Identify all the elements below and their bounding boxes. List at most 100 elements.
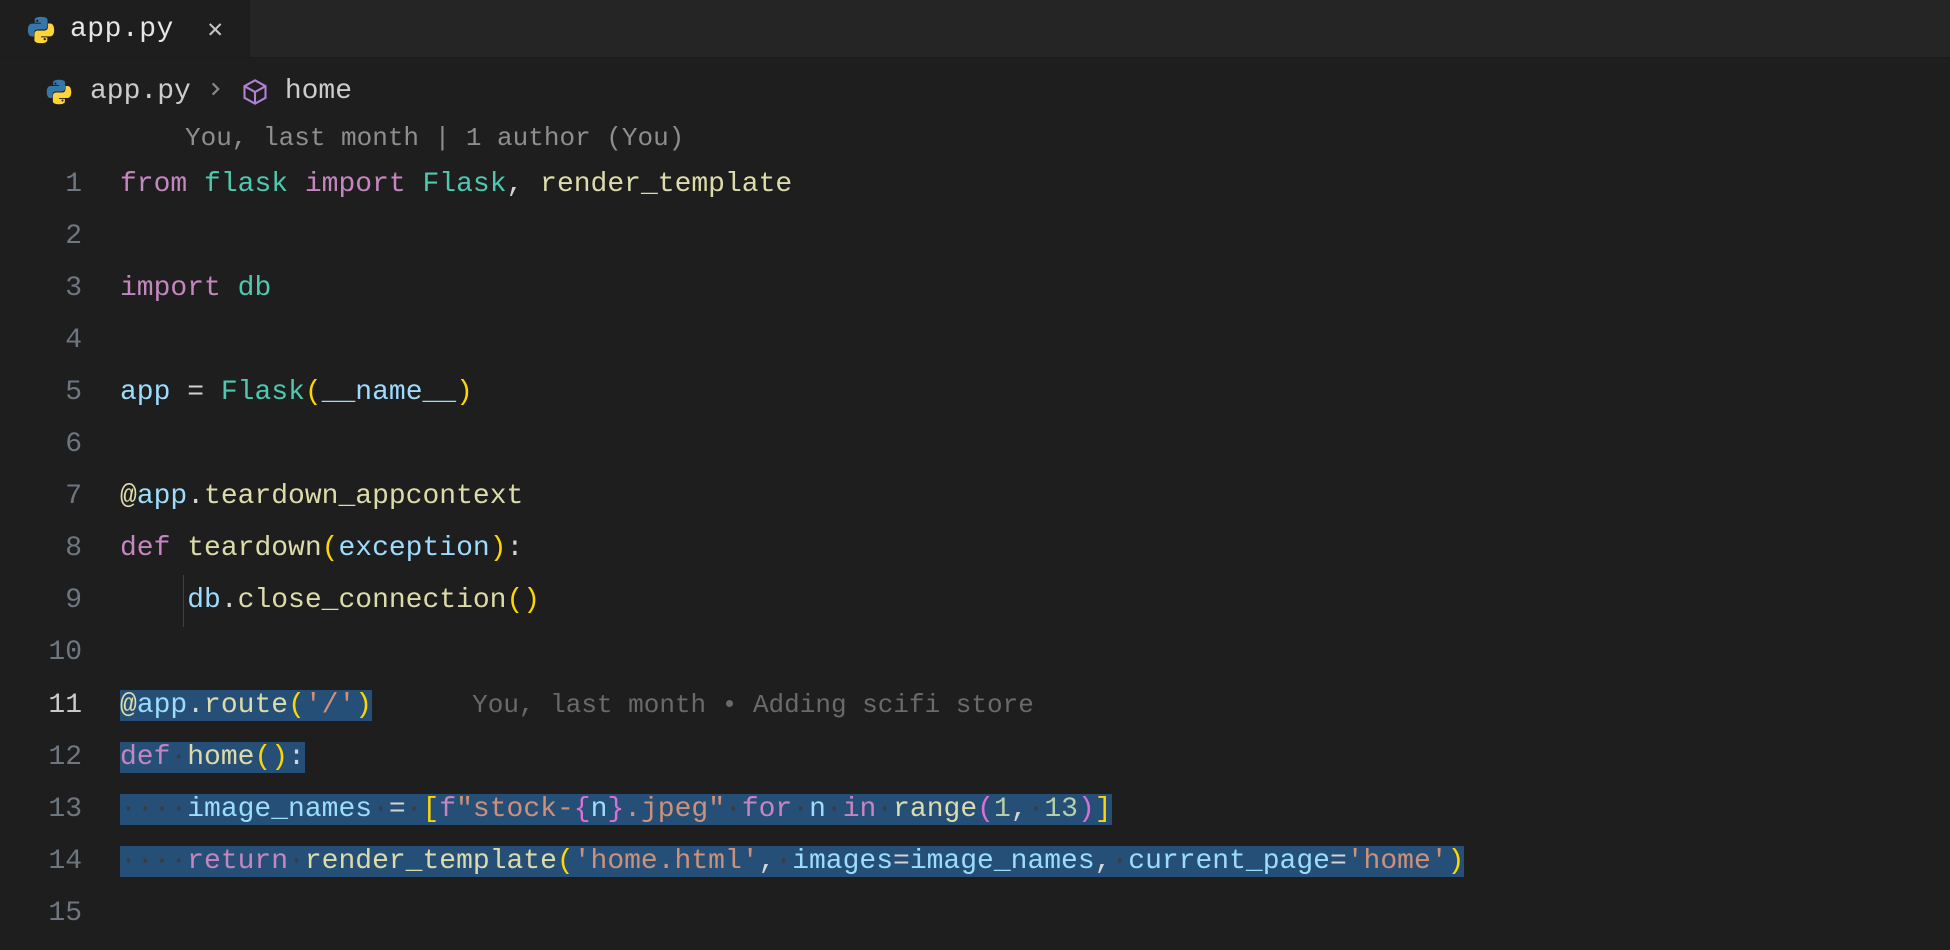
tab-title: app.py — [70, 14, 174, 45]
keyword: in — [843, 794, 877, 825]
operator: = — [187, 377, 204, 408]
function: render_template — [305, 846, 557, 877]
codelens-authors[interactable]: You, last month | 1 author (You) — [0, 117, 1950, 159]
chevron-right-icon — [207, 76, 225, 107]
line-number: 10 — [0, 627, 120, 679]
string: .jpeg" — [624, 794, 725, 825]
number: 13 — [1044, 794, 1078, 825]
parameter: exception — [338, 533, 489, 564]
function: route — [204, 690, 288, 721]
module: flask — [204, 169, 288, 200]
bracket: ] — [1095, 794, 1112, 825]
line-number: 15 — [0, 888, 120, 940]
bracket: ( — [506, 585, 523, 616]
dunder: __name__ — [322, 377, 456, 408]
line-number: 7 — [0, 471, 120, 523]
punct: : — [507, 533, 524, 564]
keyword: import — [305, 169, 406, 200]
keyword: def — [120, 742, 170, 773]
line-number: 1 — [0, 159, 120, 211]
code-editor[interactable]: 1 from flask import Flask, render_templa… — [0, 159, 1950, 940]
line-number: 14 — [0, 836, 120, 888]
bracket: ( — [254, 742, 271, 773]
code-line[interactable]: 7 @app.teardown_appcontext — [0, 471, 1950, 523]
number: 1 — [994, 794, 1011, 825]
brace: } — [607, 794, 624, 825]
bracket: ( — [557, 846, 574, 877]
identifier: render_template — [540, 169, 792, 200]
code-line[interactable]: 11 @app.route('/')You, last month • Addi… — [0, 679, 1950, 732]
code-line[interactable]: 12 def·home(): — [0, 732, 1950, 784]
bracket: ) — [271, 742, 288, 773]
code-line[interactable]: 13 ····image_names·=·[f"stock-{n}.jpeg"·… — [0, 784, 1950, 836]
function: teardown_appcontext — [204, 481, 523, 512]
variable: n — [809, 794, 826, 825]
decorator: @ — [120, 481, 137, 512]
keyword: import — [120, 273, 221, 304]
code-line[interactable]: 14 ····return·render_template('home.html… — [0, 836, 1950, 888]
code-line[interactable]: 5 app = Flask(__name__) — [0, 367, 1950, 419]
brace: { — [574, 794, 591, 825]
bracket: ( — [288, 690, 305, 721]
bracket: ) — [355, 690, 372, 721]
bracket: ) — [523, 585, 540, 616]
breadcrumb[interactable]: app.py home — [0, 58, 1950, 117]
string-prefix: f — [439, 794, 456, 825]
line-number: 3 — [0, 263, 120, 315]
indent-guide — [183, 575, 184, 627]
string: 'home.html' — [574, 846, 759, 877]
line-number: 13 — [0, 784, 120, 836]
punct: . — [187, 481, 204, 512]
bracket: ) — [456, 377, 473, 408]
punct: . — [221, 585, 238, 616]
gitlens-annotation: You, last month • Adding scifi store — [472, 690, 1034, 720]
module: db — [238, 273, 272, 304]
line-number: 4 — [0, 315, 120, 367]
bracket: ( — [977, 794, 994, 825]
line-number: 6 — [0, 419, 120, 471]
variable: image_names — [187, 794, 372, 825]
variable: app — [137, 690, 187, 721]
variable: n — [591, 794, 608, 825]
decorator: @ — [120, 690, 137, 721]
code-line[interactable]: 8 def teardown(exception): — [0, 523, 1950, 575]
builtin: range — [893, 794, 977, 825]
close-icon[interactable]: ✕ — [201, 13, 229, 47]
string: "stock- — [456, 794, 574, 825]
operator: = — [1330, 846, 1347, 877]
variable: app — [137, 481, 187, 512]
code-line[interactable]: 1 from flask import Flask, render_templa… — [0, 159, 1950, 211]
code-line[interactable]: 15 — [0, 888, 1950, 940]
symbol-icon — [241, 78, 269, 106]
punct: . — [187, 690, 204, 721]
code-line[interactable]: 3 import db — [0, 263, 1950, 315]
line-number: 11 — [0, 680, 120, 732]
variable: app — [120, 377, 170, 408]
kwarg: images — [792, 846, 893, 877]
line-number: 8 — [0, 523, 120, 575]
code-line[interactable]: 10 — [0, 627, 1950, 679]
kwarg: current_page — [1128, 846, 1330, 877]
tab-app-py[interactable]: app.py ✕ — [0, 0, 250, 57]
breadcrumb-file[interactable]: app.py — [90, 76, 191, 107]
breadcrumb-symbol[interactable]: home — [285, 76, 352, 107]
code-line[interactable]: 4 — [0, 315, 1950, 367]
keyword: def — [120, 533, 170, 564]
keyword: return — [187, 846, 288, 877]
python-icon — [44, 77, 74, 107]
code-line[interactable]: 6 — [0, 419, 1950, 471]
operator: = — [389, 794, 406, 825]
line-number: 9 — [0, 575, 120, 627]
bracket: ( — [305, 377, 322, 408]
line-number: 2 — [0, 211, 120, 263]
line-number: 5 — [0, 367, 120, 419]
code-line[interactable]: 2 — [0, 211, 1950, 263]
code-line[interactable]: 9 db.close_connection() — [0, 575, 1950, 627]
class: Flask — [221, 377, 305, 408]
punct: , — [759, 846, 776, 877]
line-number: 12 — [0, 732, 120, 784]
bracket: ( — [322, 533, 339, 564]
function: teardown — [187, 533, 321, 564]
class: Flask — [423, 169, 507, 200]
bracket: [ — [423, 794, 440, 825]
